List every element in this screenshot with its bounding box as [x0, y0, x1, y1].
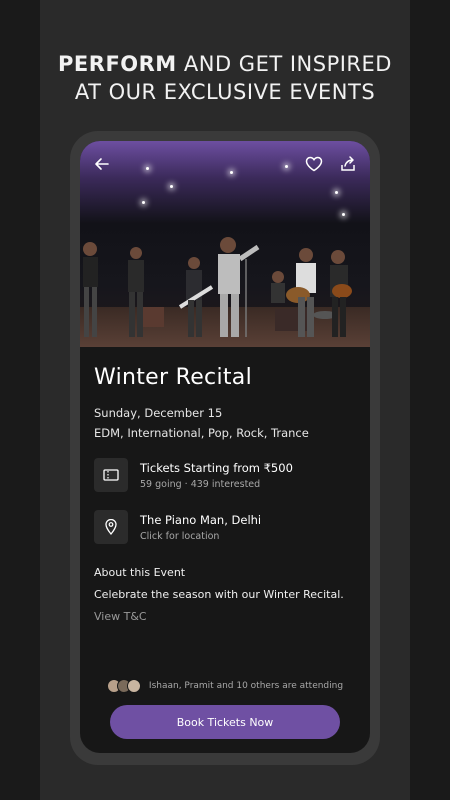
headline-bold: PERFORM: [58, 52, 177, 76]
heart-icon[interactable]: [304, 154, 324, 174]
about-description: Celebrate the season with our Winter Rec…: [94, 588, 344, 601]
tickets-row[interactable]: Tickets Starting from ₹500 59 going · 43…: [94, 458, 356, 492]
venue-row[interactable]: The Piano Man, Delhi Click for location: [94, 510, 356, 544]
event-date: Sunday, December 15: [94, 406, 223, 420]
band-on-stage: [83, 237, 352, 337]
ticket-icon: [94, 458, 128, 492]
side-panel-right: [410, 0, 450, 800]
attending-text: Ishaan, Pramit and 10 others are attendi…: [148, 681, 344, 691]
phone-frame: Winter Recital Sunday, December 15 EDM, …: [70, 131, 380, 765]
event-details: Winter Recital Sunday, December 15 EDM, …: [80, 347, 370, 623]
event-title: Winter Recital: [94, 365, 252, 390]
hero-top-bar: [80, 141, 370, 187]
app-screen: Winter Recital Sunday, December 15 EDM, …: [80, 141, 370, 753]
location-pin-icon: [94, 510, 128, 544]
headline-rest: AND GET INSPIRED: [176, 52, 392, 76]
share-icon[interactable]: [338, 154, 358, 174]
tickets-stats: 59 going · 439 interested: [140, 478, 261, 490]
venue-hint: Click for location: [140, 530, 220, 542]
book-tickets-button[interactable]: Book Tickets Now: [110, 705, 340, 739]
arrow-left-icon[interactable]: [92, 154, 112, 174]
headline-line2: AT OUR EXCLUSIVE EVENTS: [74, 80, 376, 104]
avatar: [126, 679, 141, 693]
side-panel-left: [0, 0, 40, 800]
attendee-avatars: [106, 679, 141, 693]
promo-headline: PERFORM AND GET INSPIRED AT OUR EXCLUSIV…: [40, 50, 410, 106]
venue-name: The Piano Man, Delhi: [140, 512, 262, 527]
event-genres: EDM, International, Pop, Rock, Trance: [94, 426, 309, 440]
event-hero-image: [80, 141, 370, 347]
stage-light: [335, 191, 338, 194]
about-heading: About this Event: [94, 566, 186, 579]
tickets-price: Tickets Starting from ₹500: [140, 460, 293, 475]
view-tandc-link[interactable]: View T&C: [94, 610, 356, 623]
attending-row[interactable]: Ishaan, Pramit and 10 others are attendi…: [80, 679, 370, 693]
